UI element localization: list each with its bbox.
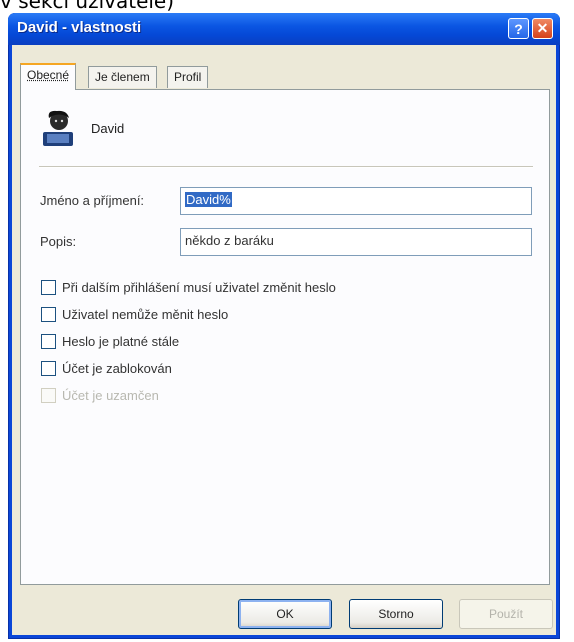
tab-profile[interactable]: Profil xyxy=(167,66,209,88)
change-password-label: Při dalším přihlášení musí uživatel změn… xyxy=(62,280,336,295)
tab-member-of[interactable]: Je členem xyxy=(88,66,157,88)
window-title: David - vlastnosti xyxy=(17,19,142,36)
change-password-checkbox[interactable] xyxy=(41,280,56,295)
ok-button[interactable]: OK xyxy=(238,599,332,629)
account-disabled-label: Účet je zablokován xyxy=(62,361,172,376)
close-button[interactable]: ✕ xyxy=(532,18,553,39)
description-value: někdo z baráku xyxy=(185,233,274,248)
tab-general[interactable]: Obecné xyxy=(20,63,77,90)
full-name-label: Jméno a příjmení: xyxy=(40,193,145,208)
cancel-button[interactable]: Storno xyxy=(349,599,443,629)
full-name-field[interactable]: David% xyxy=(180,187,532,215)
account-disabled-checkbox[interactable] xyxy=(41,361,56,376)
apply-button: Použít xyxy=(459,599,553,629)
close-icon: ✕ xyxy=(536,20,549,36)
title-bar[interactable]: David - vlastnosti ? ✕ xyxy=(8,13,560,45)
description-label: Popis: xyxy=(40,234,77,249)
tab-member-of-label: Je členem xyxy=(95,70,150,84)
dialog-body: Obecné Je členem Profil David Jméno a př… xyxy=(12,45,556,635)
account-locked-label: Účet je uzamčen xyxy=(62,388,159,403)
help-button[interactable]: ? xyxy=(508,18,529,39)
general-tab-panel: David Jméno a příjmení: David% Popis: ně… xyxy=(20,89,550,585)
tab-profile-label: Profil xyxy=(174,70,202,84)
password-never-expires-checkbox[interactable] xyxy=(41,334,56,349)
cannot-change-password-label: Uživatel nemůže měnit heslo xyxy=(62,307,229,322)
page-caption: v sekci uživatelé) xyxy=(0,0,175,13)
user-name: David xyxy=(91,121,125,136)
account-locked-checkbox xyxy=(41,388,56,403)
user-icon xyxy=(43,110,73,146)
full-name-value: David% xyxy=(185,192,232,207)
help-icon: ? xyxy=(514,20,523,37)
header-separator xyxy=(39,166,533,168)
cannot-change-password-checkbox[interactable] xyxy=(41,307,56,322)
description-field[interactable]: někdo z baráku xyxy=(180,228,532,256)
properties-dialog: David - vlastnosti ? ✕ Obecné Je členem … xyxy=(8,13,560,639)
tab-general-label: Obecné xyxy=(27,68,70,82)
password-never-expires-label: Heslo je platné stále xyxy=(62,334,180,349)
